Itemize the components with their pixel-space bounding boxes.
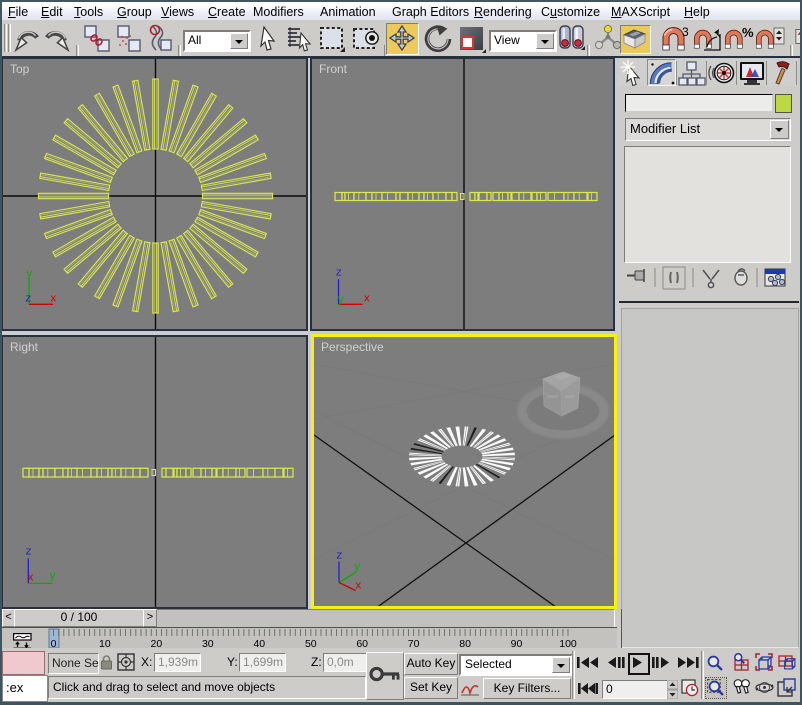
svg-text:z: z [336, 267, 343, 279]
svg-text:y: y [49, 570, 56, 582]
svg-text:y: y [338, 294, 345, 306]
svg-text:3: 3 [682, 26, 689, 39]
svg-text:x: x [364, 293, 371, 305]
svg-text:z: z [25, 293, 32, 305]
svg-text:z: z [25, 546, 32, 558]
svg-text:x: x [27, 572, 34, 584]
svg-text:z: z [336, 551, 343, 563]
svg-text:y: y [354, 562, 361, 574]
svg-text:%: % [742, 26, 754, 40]
svg-text:x: x [355, 581, 362, 593]
svg-text:x: x [50, 293, 57, 305]
svg-text:y: y [26, 268, 33, 280]
